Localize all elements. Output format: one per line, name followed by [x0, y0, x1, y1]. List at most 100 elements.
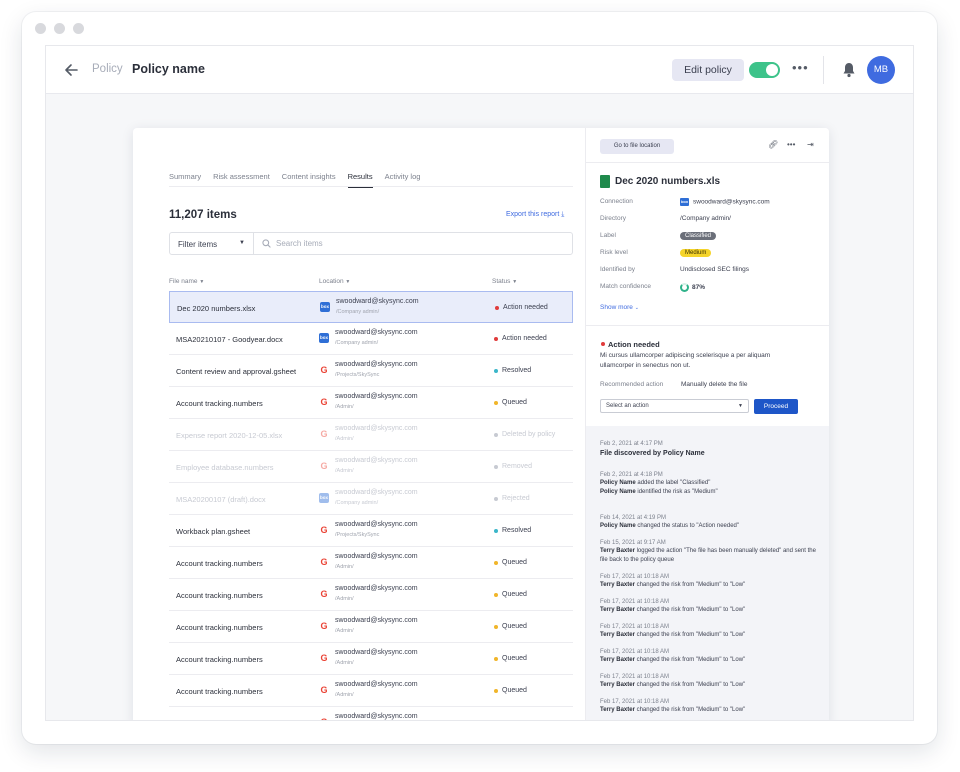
log-timestamp: Feb 2, 2021 at 4:17 PM — [600, 441, 663, 447]
app-frame: Policy Policy name Edit policy ••• MB Su… — [45, 45, 914, 721]
google-logo-icon: G — [320, 461, 328, 471]
table-row[interactable]: MSA20210107 - Goodyear.docx box swoodward@… — [169, 323, 573, 355]
file-name: Account tracking.numbers — [176, 687, 263, 696]
bell-icon[interactable] — [842, 62, 856, 78]
location-account: swoodward@skysync.com — [335, 361, 418, 368]
meta-value-text: /Company admin/ — [680, 215, 731, 222]
log-text: changed the risk from "Medium" to "Low" — [634, 582, 746, 588]
file-name: Expense report 2020-12-05.xlsx — [176, 431, 283, 440]
column-location-label: Location — [319, 278, 344, 285]
column-header-location[interactable]: Location ▼ — [319, 278, 350, 285]
location-path: /Admin/ — [335, 436, 354, 442]
table-row[interactable]: Account tracking.numbers Gswoodward@skysy… — [169, 611, 573, 643]
table-row[interactable]: Workback plan.gsheet Gswoodward@skysync.c… — [169, 515, 573, 547]
file-name: Content review and approval.gsheet — [176, 367, 297, 376]
log-timestamp: Feb 14, 2021 at 4:19 PM — [600, 515, 667, 521]
table-row[interactable]: Account tracking.numbers Gswoodward@skysy… — [169, 675, 573, 707]
table-row[interactable]: Account tracking.numbers Gswoodward@skysy… — [169, 643, 573, 675]
more-options-icon[interactable]: ••• — [792, 60, 809, 75]
caret-down-icon: ▼ — [199, 279, 205, 285]
table-row[interactable]: Content review and approval.gsheet Gswood… — [169, 355, 573, 387]
exit-panel-icon[interactable]: ⇥ — [807, 140, 814, 149]
log-timestamp: Feb 17, 2021 at 10:18 AM — [600, 599, 670, 605]
table-row[interactable]: Employee database.numbers Gswoodward@skys… — [169, 451, 573, 483]
google-logo-icon: G — [320, 397, 328, 407]
column-header-file[interactable]: File name ▼ — [169, 278, 204, 285]
table-row[interactable]: MSA20200107 (draft).docx box swoodward@sky… — [169, 483, 573, 515]
meta-key: Risk level — [600, 249, 628, 256]
more-options-icon[interactable]: ••• — [787, 140, 795, 149]
location-account: swoodward@skysync.com — [335, 489, 418, 496]
divider — [823, 56, 824, 84]
status-dot — [601, 342, 605, 346]
back-arrow-icon[interactable] — [62, 60, 82, 80]
location-account: swoodward@skysync.com — [335, 425, 418, 432]
breadcrumb-policy[interactable]: Policy — [92, 63, 123, 75]
location-path: /Company admin/ — [335, 500, 379, 506]
table-row[interactable]: Expense report 2020-12-05.xlsx Gswoodward… — [169, 419, 573, 451]
log-text: changed the risk from "Medium" to "Low" — [634, 607, 746, 613]
log-timestamp: Feb 17, 2021 at 10:18 AM — [600, 624, 670, 630]
meta-value-text: 87% — [692, 284, 706, 292]
status-text: Queued — [502, 687, 527, 694]
table-row[interactable]: Dec 2020 numbers.xlsx box swoodward@skysyn… — [169, 291, 573, 323]
meta-key: Match confidence — [600, 283, 651, 290]
export-report-link[interactable]: Export this report ⤓ — [506, 211, 564, 219]
filter-search-bar: Filter items ▼ Search items — [169, 232, 573, 255]
edit-policy-button[interactable]: Edit policy — [672, 59, 744, 81]
box-logo-icon: box — [320, 302, 330, 312]
meta-key: Identified by — [600, 266, 636, 273]
log-entry: Feb 2, 2021 at 4:17 PM File discovered b… — [600, 440, 820, 459]
meta-value-text: Classified — [680, 232, 717, 240]
policy-active-toggle[interactable] — [749, 62, 780, 78]
proceed-button[interactable]: Proceed — [754, 399, 798, 414]
meta-value: 87% — [680, 283, 705, 292]
maximize-window-dot[interactable] — [73, 23, 84, 34]
google-logo-icon: G — [320, 653, 328, 663]
filter-dropdown[interactable]: Filter items ▼ — [170, 233, 254, 254]
column-file-label: File name — [169, 278, 198, 285]
caret-down-icon: ▼ — [239, 240, 245, 246]
go-to-file-location-button[interactable]: Go to file location — [600, 139, 674, 154]
meta-value: Medium — [680, 249, 712, 257]
location-path: /Admin/ — [335, 660, 354, 666]
status-dot — [494, 433, 498, 437]
status-dot — [494, 625, 498, 629]
location-path: /Company admin/ — [336, 309, 380, 315]
column-header-status[interactable]: Status ▼ — [492, 278, 517, 285]
file-name: Account tracking.numbers — [176, 399, 263, 408]
divider — [586, 162, 829, 163]
log-text: changed the risk from "Medium" to "Low" — [634, 682, 746, 688]
log-actor: Terry Baxter — [600, 607, 635, 613]
filter-label: Filter items — [178, 240, 218, 249]
table-row[interactable]: Gswoodward@skysync.com — [169, 707, 573, 720]
log-actor: Policy Name — [600, 489, 636, 495]
location-account: swoodward@skysync.com — [336, 298, 419, 305]
recommended-action-value: Manually delete the file — [681, 381, 748, 388]
select-action-dropdown[interactable]: Select an action ▼ — [600, 399, 749, 413]
log-entry: Feb 14, 2021 at 4:19 PM Policy Name chang… — [600, 514, 820, 531]
file-name: Account tracking.numbers — [176, 559, 263, 568]
file-name: Account tracking.numbers — [176, 623, 263, 632]
log-line: Terry Baxter changed the risk from "Medi… — [600, 581, 820, 590]
status-text: Resolved — [502, 367, 532, 374]
google-logo-icon: G — [320, 525, 328, 535]
show-more-link[interactable]: Show more ⌄ — [600, 304, 639, 311]
avatar[interactable]: MB — [867, 56, 895, 84]
status-dot — [494, 401, 498, 405]
meta-value-text: swoodward@skysync.com — [693, 198, 770, 206]
minimize-window-dot[interactable] — [54, 23, 65, 34]
log-actor: Terry Baxter — [600, 707, 635, 713]
location-path: /Company admin/ — [335, 340, 379, 346]
location-path: /Admin/ — [335, 596, 354, 602]
table-row[interactable]: Account tracking.numbers Gswoodward@skysy… — [169, 387, 573, 419]
search-input[interactable]: Search items — [254, 233, 572, 254]
caret-down-icon: ▼ — [345, 279, 351, 285]
location-path: /Admin/ — [335, 404, 354, 410]
location-path: /Admin/ — [335, 564, 354, 570]
log-timestamp: Feb 2, 2021 at 4:18 PM — [600, 472, 663, 478]
table-row[interactable]: Account tracking.numbers Gswoodward@skysy… — [169, 547, 573, 579]
link-icon[interactable]: 🔗︎ — [768, 140, 778, 149]
table-row[interactable]: Account tracking.numbers Gswoodward@skysy… — [169, 579, 573, 611]
close-window-dot[interactable] — [35, 23, 46, 34]
